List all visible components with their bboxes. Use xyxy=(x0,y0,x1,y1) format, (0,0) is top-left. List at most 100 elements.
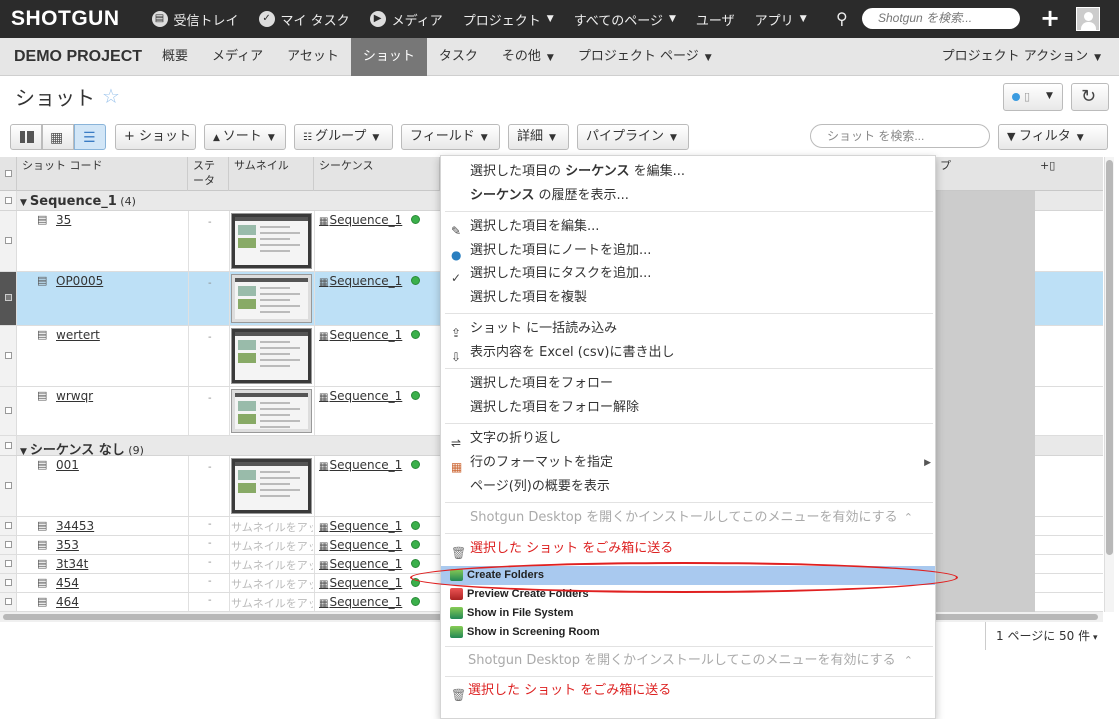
nav-inbox[interactable]: ▤ 受信トレイ xyxy=(142,0,249,38)
row-checkbox[interactable] xyxy=(5,236,12,244)
select-all-cell[interactable] xyxy=(0,157,17,191)
tab-shots[interactable]: ショット xyxy=(350,37,427,76)
shot-code-link[interactable]: OP0005 xyxy=(56,274,103,288)
menu-unfollow[interactable]: 選択した項目をフォロー解除 xyxy=(441,397,935,419)
row-select-cell[interactable] xyxy=(0,456,17,516)
thumbnail-image[interactable] xyxy=(231,458,312,514)
select-all-checkbox[interactable] xyxy=(5,170,12,177)
thumbnail-image[interactable] xyxy=(231,274,312,323)
nav-all-pages[interactable]: すべてのページ ▼ xyxy=(564,0,686,38)
row-select-cell[interactable] xyxy=(0,326,17,386)
tab-media[interactable]: メディア xyxy=(200,38,275,76)
tab-other[interactable]: その他 ▼ xyxy=(490,38,566,76)
status-value[interactable]: - xyxy=(208,557,212,568)
tab-tasks[interactable]: タスク xyxy=(427,38,490,76)
view-cards-button[interactable] xyxy=(10,124,42,150)
menu-export-csv[interactable]: ⇩ 表示内容を Excel (csv)に書き出し xyxy=(441,342,935,364)
status-value[interactable]: - xyxy=(208,217,212,228)
row-checkbox[interactable] xyxy=(5,197,12,204)
group-toggle-icon[interactable]: ▼ xyxy=(20,198,27,208)
row-checkbox[interactable] xyxy=(5,598,12,605)
status-value[interactable]: - xyxy=(208,393,212,404)
menu-edit-sequence[interactable]: 選択した項目の シーケンス を編集... xyxy=(441,161,935,183)
menu-show-in-screening-room[interactable]: Show in Screening Room xyxy=(441,623,935,642)
menu-duplicate[interactable]: 選択した項目を複製 xyxy=(441,287,935,309)
shot-code-link[interactable]: 35 xyxy=(56,213,71,227)
menu-add-task[interactable]: ✓ 選択した項目にタスクを追加... xyxy=(441,263,935,285)
row-checkbox[interactable] xyxy=(5,351,12,359)
chevron-up-icon[interactable]: ⌃ xyxy=(904,507,913,529)
row-select-cell[interactable] xyxy=(0,574,17,592)
row-select-cell[interactable] xyxy=(0,387,17,435)
shot-code-link[interactable]: 464 xyxy=(56,595,79,609)
shotgun-logo[interactable]: SHOTGUN xyxy=(11,7,120,31)
upload-thumbnail-link[interactable]: サムネイルをアップロード xyxy=(231,595,313,611)
status-value[interactable]: - xyxy=(208,595,212,606)
detail-button[interactable]: 詳細 ▼ xyxy=(508,124,569,150)
row-select-cell[interactable] xyxy=(0,555,17,573)
tab-project-pages[interactable]: プロジェクト ページ ▼ xyxy=(566,38,724,76)
sequence-link[interactable]: Sequence_1 xyxy=(319,557,402,571)
project-actions-menu[interactable]: プロジェクト アクション ▼ xyxy=(942,38,1101,77)
sequence-link[interactable]: Sequence_1 xyxy=(319,538,402,552)
group-button[interactable]: ☷ グループ ▼ xyxy=(294,124,393,150)
thumbnail-image[interactable] xyxy=(231,213,312,269)
shot-code-link[interactable]: wrwqr xyxy=(56,389,93,403)
project-name[interactable]: DEMO PROJECT xyxy=(14,48,142,66)
nav-my-tasks[interactable]: ✓ マイ タスク xyxy=(249,0,360,38)
row-checkbox[interactable] xyxy=(5,406,12,414)
sequence-link[interactable]: Sequence_1 xyxy=(319,458,402,472)
page-size-selector[interactable]: 1 ページに 50 件 ▾ xyxy=(985,622,1105,650)
vertical-scroll-thumb[interactable] xyxy=(1106,160,1113,555)
menu-trash-2[interactable]: 🗑 選択した ショット をごみ箱に送る xyxy=(441,680,935,702)
create-plus-button[interactable]: + xyxy=(1040,4,1060,32)
tab-assets[interactable]: アセット xyxy=(275,38,351,76)
vertical-scrollbar[interactable] xyxy=(1104,157,1114,612)
status-value[interactable]: - xyxy=(208,519,212,530)
column-status[interactable]: ステータス xyxy=(188,157,229,202)
shot-search-input[interactable]: ショット を検索... xyxy=(810,124,990,148)
search-icon[interactable]: ⚲ xyxy=(836,9,848,28)
menu-show-summary[interactable]: ページ(列)の概要を表示 xyxy=(441,476,935,498)
sequence-link[interactable]: Sequence_1 xyxy=(319,595,402,609)
row-checkbox[interactable] xyxy=(5,442,12,449)
menu-show-history[interactable]: シーケンス の履歴を表示... xyxy=(441,185,935,207)
fields-button[interactable]: フィールド ▼ xyxy=(401,124,500,150)
menu-format-rows[interactable]: ▦ 行のフォーマットを指定 ▶ xyxy=(441,452,935,474)
shot-code-link[interactable]: 353 xyxy=(56,538,79,552)
sequence-link[interactable]: Sequence_1 xyxy=(319,576,402,590)
sequence-link[interactable]: Sequence_1 xyxy=(319,519,402,533)
refresh-button[interactable]: ↻ xyxy=(1071,83,1109,111)
menu-import[interactable]: ⇪ ショット に一括読み込み xyxy=(441,318,935,340)
row-checkbox[interactable] xyxy=(5,560,12,567)
chevron-up-icon[interactable]: ⌃ xyxy=(904,650,913,672)
row-select-cell[interactable] xyxy=(0,593,17,611)
thumbnail-image[interactable] xyxy=(231,328,312,384)
upload-thumbnail-link[interactable]: サムネイルをアップロード xyxy=(231,576,313,592)
sequence-link[interactable]: Sequence_1 xyxy=(319,389,402,403)
row-checkbox[interactable] xyxy=(5,541,12,548)
filter-button[interactable]: ▼ フィルタ ▼ xyxy=(998,124,1108,150)
column-thumbnail[interactable]: サムネイル xyxy=(229,157,314,191)
column-sequence[interactable]: シーケンス xyxy=(314,157,440,191)
upload-thumbnail-link[interactable]: サムネイルをアップロード xyxy=(231,519,313,535)
row-select-cell[interactable] xyxy=(0,191,17,210)
view-thumbnails-button[interactable]: ▦ xyxy=(42,124,74,150)
menu-trash[interactable]: 🗑 選択した ショット をごみ箱に送る xyxy=(441,538,935,560)
user-avatar[interactable] xyxy=(1076,7,1100,31)
add-column-icon[interactable]: +▯ xyxy=(1035,157,1103,191)
status-value[interactable]: - xyxy=(208,332,212,343)
nav-users[interactable]: ユーザ xyxy=(686,0,745,38)
favorite-star-icon[interactable]: ☆ xyxy=(102,84,120,108)
thumbnail-image[interactable] xyxy=(231,389,312,433)
upload-thumbnail-link[interactable]: サムネイルをアップロード xyxy=(231,538,313,554)
shot-code-link[interactable]: wertert xyxy=(56,328,100,342)
column-type[interactable]: プ xyxy=(935,157,1035,191)
sort-button[interactable]: ▲ ソート ▼ xyxy=(204,124,286,150)
status-value[interactable]: - xyxy=(208,278,212,289)
sequence-link[interactable]: Sequence_1 xyxy=(319,213,402,227)
column-shot-code[interactable]: ショット コード xyxy=(17,157,188,191)
view-list-button[interactable]: ☰ xyxy=(74,124,106,150)
nav-projects[interactable]: プロジェクト ▼ xyxy=(453,0,564,38)
upload-thumbnail-link[interactable]: サムネイルをアップロード xyxy=(231,557,313,573)
